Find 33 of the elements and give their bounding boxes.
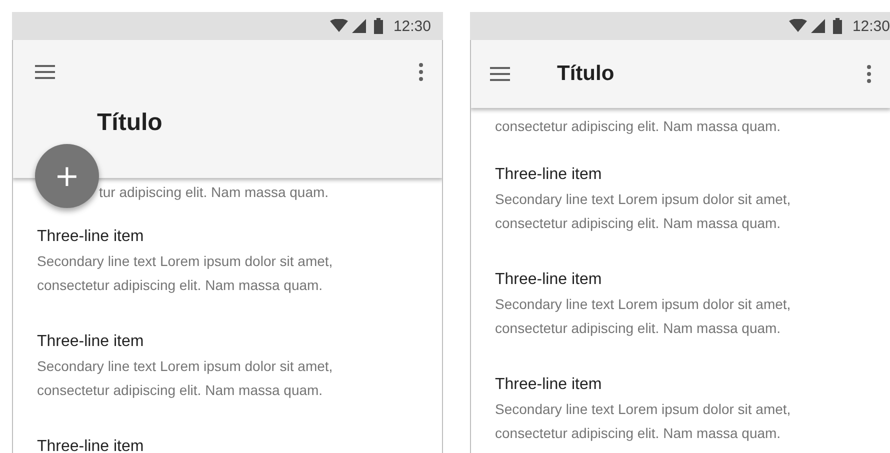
status-time: 12:30 (852, 18, 890, 34)
signal-icon (352, 19, 366, 33)
list-item-title: Three-line item (37, 332, 144, 352)
list-item-title: Three-line item (495, 270, 602, 290)
app-bar-title: Título (557, 62, 614, 86)
list-item-title: Three-line item (37, 437, 144, 453)
menu-icon[interactable] (490, 67, 510, 81)
list-item-text: Secondary line text Lorem ipsum dolor sit amet, (37, 252, 333, 271)
list-item-text: consectetur adipiscing elit. Nam massa quam. (495, 424, 781, 443)
list-item-title: Three-line item (495, 375, 602, 395)
more-icon[interactable] (867, 65, 871, 83)
list-item-title: Three-line item (37, 227, 144, 247)
wifi-icon (330, 19, 348, 33)
list-item-text: consectetur adipiscing elit. Nam massa quam. (495, 117, 781, 136)
signal-icon (811, 19, 826, 33)
status-time: 12:30 (393, 18, 431, 34)
wifi-icon (789, 19, 808, 33)
more-icon[interactable] (419, 63, 423, 81)
list-item-text: consectetur adipiscing elit. Nam massa quam. (37, 381, 323, 400)
battery-icon (374, 18, 384, 34)
list-item-text: Secondary line text Lorem ipsum dolor sit amet, (37, 357, 333, 376)
app-bar-title: Título (97, 109, 162, 137)
list-item-text: consectetur adipiscing elit. Nam massa quam. (37, 276, 323, 295)
list-item-text: consectetur adipiscing elit. Nam massa quam. (495, 214, 781, 233)
add-fab[interactable]: + (35, 144, 99, 208)
list-item-text: tur adipiscing elit. Nam massa quam. (99, 183, 329, 202)
list-item-text: consectetur adipiscing elit. Nam massa quam. (495, 319, 781, 338)
battery-icon (833, 18, 842, 34)
menu-icon[interactable] (35, 65, 55, 79)
list-item-text: Secondary line text Lorem ipsum dolor sit amet, (495, 400, 791, 419)
list-item-text: Secondary line text Lorem ipsum dolor sit amet, (495, 295, 791, 314)
list-item-title: Three-line item (495, 165, 602, 185)
list-item-text: Secondary line text Lorem ipsum dolor sit amet, (495, 190, 791, 209)
